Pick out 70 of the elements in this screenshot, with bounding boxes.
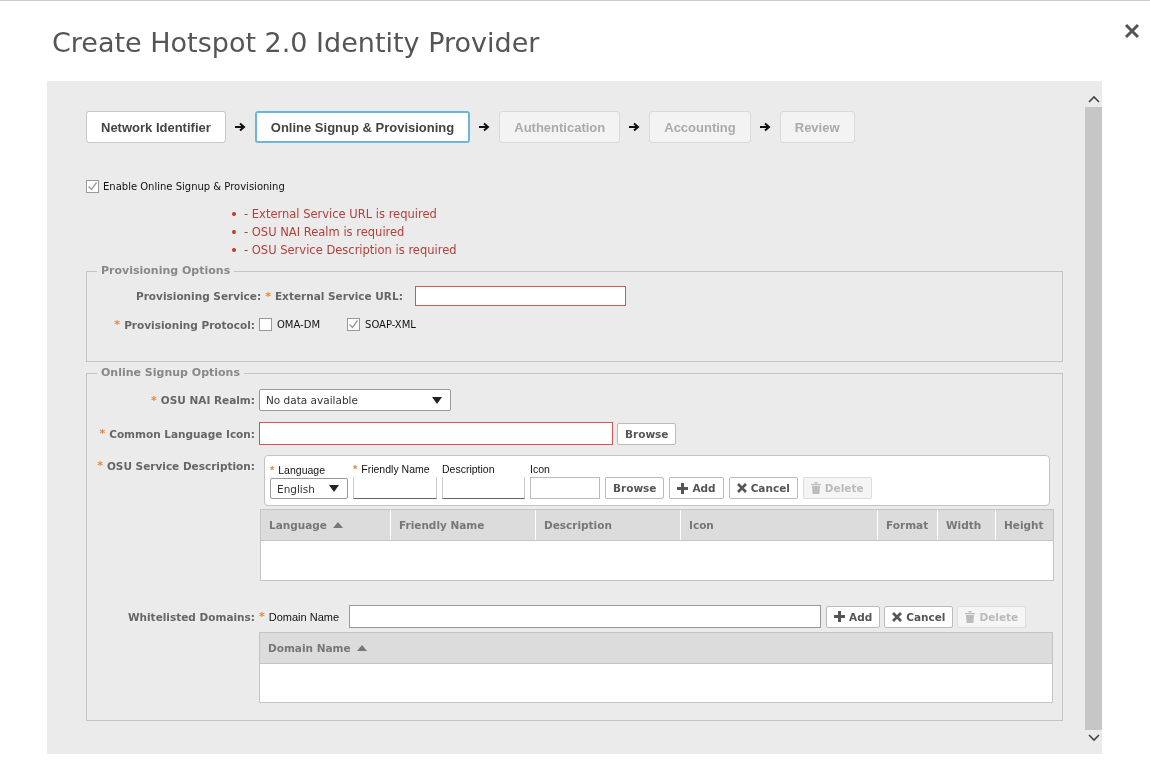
close-icon [892,611,903,622]
required-mark: * [353,463,358,475]
dropdown-caret-icon [329,485,339,492]
arrow-icon [234,122,246,132]
required-mark: * [270,464,275,476]
wizard-step-tab[interactable]: Online Signup & Provisioning [254,111,471,143]
sort-ascending-icon [332,522,343,528]
checkbox[interactable] [347,318,361,331]
dialog-title: Create Hotspot 2.0 Identity Provider [52,27,540,58]
bullet-icon [232,248,236,252]
browse-button[interactable]: Browse [617,422,677,445]
checkbox-label: SOAP-XML [365,319,416,330]
input-field[interactable] [414,286,626,306]
input-field[interactable] [353,477,437,499]
field-label: Common Language Icon: [109,427,255,440]
action-button[interactable]: Add [826,605,881,628]
field-label: OSU NAI Realm: [160,394,255,406]
dropdown[interactable]: No data available [259,389,451,411]
error-message: - External Service URL is required [244,206,437,223]
fieldset-legend: Provisioning Options [97,264,235,277]
trash-icon [810,482,821,494]
plus-icon [677,482,689,494]
action-button[interactable]: Cancel [884,605,954,628]
arrow-icon [629,122,641,132]
sort-ascending-icon [356,645,367,651]
wizard-step-tab[interactable]: Network Identifier [86,111,226,143]
close-icon[interactable] [1124,23,1140,39]
field-label: Provisioning Service: [136,290,262,302]
input-field[interactable] [349,605,822,628]
column-header[interactable]: Domain Name [260,633,1052,663]
field-label: Provisioning Protocol: [124,318,255,331]
bullet-icon [232,230,236,234]
arrow-icon [479,122,491,132]
checkbox[interactable] [86,180,99,193]
checkbox[interactable] [259,318,272,331]
required-mark: * [99,427,106,440]
error-message: - OSU NAI Realm is required [244,224,405,241]
field-label: External Service URL: [274,290,403,302]
bullet-icon [232,212,236,216]
browse-button[interactable]: Browse [605,477,665,499]
field-label: OSU Service Description: [106,459,255,472]
arrow-icon [759,122,771,132]
scroll-up-icon[interactable] [1087,95,1100,103]
action-button[interactable]: Cancel [728,477,798,499]
field-label: Domain Name [268,610,340,623]
scroll-down-icon[interactable] [1087,734,1100,742]
error-message: - OSU Service Description is required [244,242,457,259]
required-mark: * [265,289,271,303]
checkbox-label: Enable Online Signup & Provisioning [103,181,285,192]
field-label: Icon [530,463,550,475]
checkbox-label: OMA-DM [277,319,321,330]
field-label: Friendly Name [361,463,430,475]
fieldset-legend: Online Signup Options [97,366,244,379]
field-label: Whitelisted Domains: [127,610,255,623]
dropdown[interactable]: English [270,478,348,499]
column-header[interactable]: Height [996,510,1054,540]
input-field[interactable] [259,422,613,445]
required-mark: * [259,610,265,623]
required-mark: * [151,393,157,407]
required-mark: * [114,318,121,331]
trash-icon [965,610,976,623]
field-label: Description [442,463,495,475]
close-icon [736,483,747,493]
input-field[interactable] [530,477,600,499]
plus-icon [834,611,846,622]
dropdown-caret-icon [432,396,442,404]
input-field[interactable] [442,477,525,499]
required-mark: * [97,459,103,472]
field-label: Language [278,464,325,476]
action-button[interactable]: Add [669,477,724,499]
